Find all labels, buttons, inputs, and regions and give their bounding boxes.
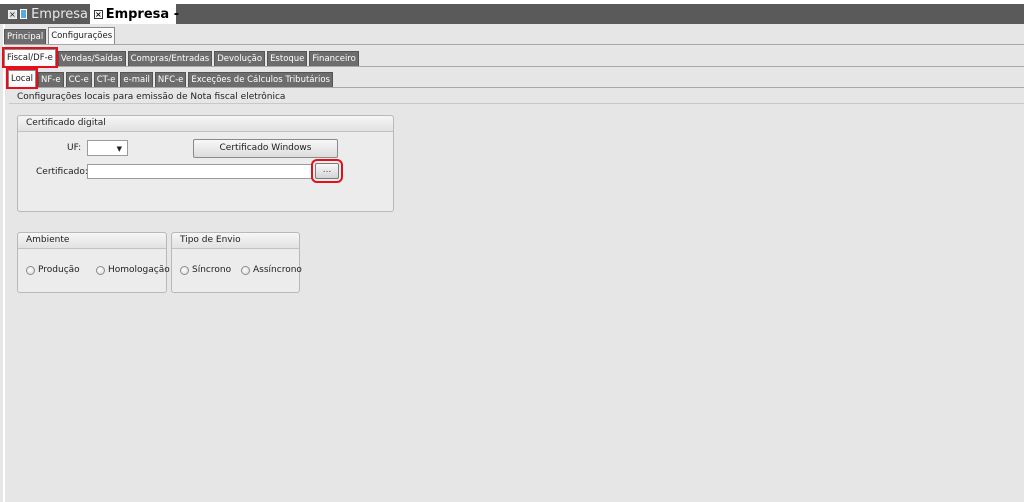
window-tab-empresa-1[interactable]: × Empresa (8, 4, 88, 24)
uf-label: UF: (67, 143, 82, 153)
tab-fiscal-dfe[interactable]: Fiscal/DF-e (2, 47, 58, 68)
tab-row-fiscal: Local NF-e CC-e CT-e e-mail NFC-e Exceçõ… (5, 68, 1024, 89)
tab-email[interactable]: e-mail (120, 72, 153, 87)
radio-producao[interactable]: Produção (26, 265, 80, 275)
browse-certificado-button[interactable]: ... (311, 159, 343, 183)
radio-label: Produção (38, 265, 80, 275)
uf-select[interactable]: ▼ (87, 140, 128, 156)
tab-configuracoes[interactable]: Configurações (48, 27, 116, 44)
tab-excecoes-calculos[interactable]: Exceções de Cálculos Tributários (188, 72, 333, 87)
radio-label: Assíncrono (253, 265, 302, 275)
close-icon[interactable]: × (94, 9, 103, 19)
group-tipo-envio: Tipo de Envio (171, 232, 300, 293)
radio-assincrono[interactable]: Assíncrono (241, 265, 302, 275)
radio-homologacao[interactable]: Homologação (96, 265, 170, 275)
tab-vendas-saidas[interactable]: Vendas/Saídas (57, 51, 126, 66)
tab-cte[interactable]: CT-e (93, 72, 119, 87)
tab-row-divider (4, 44, 1024, 45)
document-icon (19, 9, 28, 19)
close-icon[interactable]: × (8, 9, 17, 19)
window-tab-label: Empresa - (105, 6, 180, 22)
group-title: Tipo de Envio (172, 233, 299, 249)
radio-label: Homologação (108, 265, 170, 275)
tab-row-divider (8, 87, 1024, 88)
certificado-input[interactable] (87, 164, 312, 179)
group-title: Certificado digital (18, 116, 393, 132)
group-ambiente: Ambiente (17, 232, 167, 293)
tab-estoque[interactable]: Estoque (267, 51, 308, 66)
radio-label: Síncrono (192, 265, 232, 275)
tab-cce[interactable]: CC-e (65, 72, 92, 87)
window-tab-label: Empresa (31, 6, 88, 22)
tab-nfe[interactable]: NF-e (38, 72, 64, 87)
tab-compras-entradas[interactable]: Compras/Entradas (127, 51, 213, 66)
tab-financeiro[interactable]: Financeiro (309, 51, 359, 66)
radio-icon[interactable] (241, 265, 250, 275)
left-border (3, 24, 5, 502)
caption-divider (9, 103, 1024, 104)
tab-local[interactable]: Local (5, 68, 39, 89)
tab-row-divider (4, 66, 1024, 67)
tab-devolucao[interactable]: Devolução (214, 51, 266, 66)
radio-icon[interactable] (96, 265, 105, 275)
radio-sincrono[interactable]: Síncrono (180, 265, 231, 275)
tab-principal[interactable]: Principal (4, 29, 47, 44)
certificado-windows-button[interactable]: Certificado Windows (193, 139, 338, 158)
radio-icon[interactable] (180, 265, 189, 275)
tab-row-config: Fiscal/DF-e Vendas/Saídas Compras/Entrad… (2, 47, 1024, 68)
tab-row-main: Principal Configurações (4, 26, 1024, 45)
window-tab-empresa-2[interactable]: × Empresa - (90, 4, 180, 24)
radio-icon[interactable] (26, 265, 35, 275)
section-caption: Configurações locais para emissão de Not… (17, 92, 286, 102)
tab-nfce[interactable]: NFC-e (154, 72, 187, 87)
chevron-down-icon: ▼ (116, 145, 122, 153)
group-title: Ambiente (18, 233, 166, 249)
certificado-label: Certificado: (36, 167, 88, 177)
